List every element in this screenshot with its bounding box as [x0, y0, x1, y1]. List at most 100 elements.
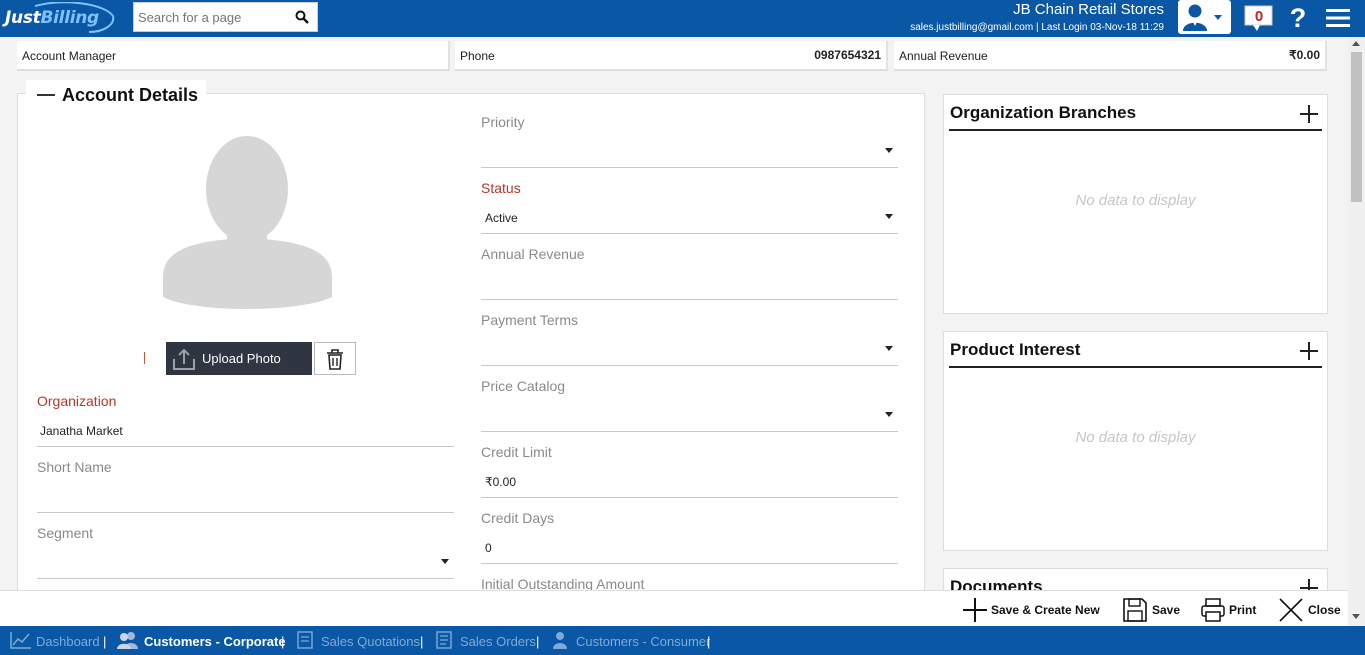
segment-underline: [37, 578, 454, 579]
nav-separator: |: [536, 634, 540, 649]
add-document-icon[interactable]: [1299, 578, 1319, 590]
product-empty-message: No data to display: [1075, 429, 1196, 446]
save-create-new-label: Save & Create New: [991, 603, 1100, 617]
save-button[interactable]: Save: [1122, 597, 1182, 623]
annual-revenue-underline: [481, 299, 898, 300]
status-select[interactable]: Active: [485, 211, 518, 225]
segment-label: Segment: [37, 525, 94, 541]
organization-input[interactable]: Janatha Market: [40, 424, 123, 438]
close-button[interactable]: Close: [1278, 597, 1341, 623]
users-icon: [117, 632, 138, 649]
nav-sales-quotations-label: Sales Quotations: [321, 634, 421, 649]
priority-label: Priority: [481, 114, 525, 130]
print-label: Print: [1229, 603, 1257, 617]
document-icon: [436, 631, 452, 649]
product-interest-title: Product Interest: [950, 340, 1081, 359]
upload-photo-button[interactable]: Upload Photo: [166, 342, 312, 375]
nav-customers-consumer-label: Customers - Consumer: [576, 634, 711, 649]
documents-panel: Documents: [943, 568, 1328, 590]
account-details-title: Account Details: [62, 85, 199, 105]
credit-days-underline: [481, 563, 898, 564]
top-bar: JustBilling JB Chain Retail Stores sales…: [0, 0, 1365, 37]
organization-label: Organization: [37, 393, 117, 409]
nav-sales-orders-label: Sales Orders: [460, 634, 536, 649]
notification-count: 0: [1254, 8, 1264, 25]
notifications-button[interactable]: 0: [1243, 3, 1275, 33]
documents-title: Documents: [950, 577, 1043, 590]
summary-account-manager: Account Manager: [17, 41, 450, 71]
organization-branches-title: Organization Branches: [950, 103, 1137, 122]
close-icon: [1279, 598, 1303, 622]
annual-revenue-field-label: Annual Revenue: [481, 246, 585, 262]
save-label: Save: [1152, 603, 1181, 617]
avatar-placeholder-icon: [163, 136, 332, 309]
delete-photo-button[interactable]: [314, 342, 356, 375]
bottom-nav: Dashboard | Customers - Corporate | Sale…: [0, 626, 1365, 655]
price-catalog-dropdown-icon[interactable]: [885, 412, 893, 417]
login-info: sales.justbilling@gmail.com | Last Login…: [910, 22, 1164, 33]
hamburger-menu-icon[interactable]: [1326, 8, 1350, 28]
account-manager-label: Account Manager: [22, 49, 117, 63]
status-dropdown-icon[interactable]: [885, 214, 893, 219]
upload-icon: [173, 348, 195, 370]
chart-icon: [10, 632, 31, 649]
payment-terms-underline: [481, 365, 898, 366]
print-button[interactable]: Print: [1200, 597, 1260, 623]
action-bar: Save & Create New Save Print Close: [0, 590, 1348, 626]
product-interest-panel: Product Interest No data to display: [943, 331, 1328, 551]
summary-annual-revenue: Annual Revenue ₹0.00: [894, 41, 1327, 71]
price-catalog-label: Price Catalog: [481, 378, 566, 394]
close-label: Close: [1308, 603, 1341, 617]
store-name: JB Chain Retail Stores: [1013, 1, 1164, 18]
panel-divider: [949, 366, 1322, 368]
scroll-up-arrow-icon[interactable]: [1352, 41, 1360, 46]
credit-limit-underline: [481, 497, 898, 498]
branches-empty-message: No data to display: [1075, 192, 1196, 209]
account-details-card: [17, 93, 925, 603]
user-menu-button[interactable]: [1178, 0, 1231, 34]
scrollbar-thumb[interactable]: [1351, 52, 1362, 202]
user-icon: [1183, 4, 1222, 31]
credit-limit-label: Credit Limit: [481, 444, 552, 460]
payment-terms-label: Payment Terms: [481, 312, 578, 328]
short-name-label: Short Name: [37, 459, 112, 475]
credit-limit-input[interactable]: ₹0.00: [485, 475, 516, 489]
search-icon[interactable]: [295, 10, 309, 24]
priority-underline: [481, 167, 898, 168]
person-icon: [553, 632, 567, 649]
help-button[interactable]: ?: [1287, 3, 1309, 33]
annual-revenue-value: ₹0.00: [1289, 48, 1320, 62]
credit-days-input[interactable]: 0: [485, 541, 492, 555]
segment-dropdown-icon[interactable]: [441, 559, 449, 564]
status-label: Status: [481, 180, 521, 196]
app-logo[interactable]: JustBilling: [5, 2, 117, 34]
annual-revenue-label: Annual Revenue: [899, 49, 988, 63]
organization-underline: [37, 446, 454, 447]
add-product-icon[interactable]: [1299, 341, 1319, 361]
scroll-down-arrow-icon[interactable]: [1352, 614, 1360, 619]
printer-icon: [1201, 598, 1225, 622]
price-catalog-underline: [481, 431, 898, 432]
nav-dashboard-label: Dashboard: [36, 634, 100, 649]
search-input[interactable]: [134, 3, 289, 31]
nav-separator: |: [420, 634, 424, 649]
organization-branches-panel: Organization Branches No data to display: [943, 94, 1328, 314]
short-name-underline: [37, 512, 454, 513]
save-create-new-button[interactable]: Save & Create New: [962, 597, 1102, 623]
nav-separator: |: [707, 634, 711, 649]
upload-divider: [144, 352, 145, 364]
nav-separator: |: [281, 634, 285, 649]
add-branch-icon[interactable]: [1299, 104, 1319, 124]
panel-divider: [949, 129, 1322, 131]
floppy-disk-icon: [1123, 598, 1147, 622]
priority-dropdown-icon[interactable]: [885, 148, 893, 153]
nav-customers-corporate-label: Customers - Corporate: [144, 634, 286, 649]
phone-label: Phone: [460, 49, 495, 63]
quotation-icon: [297, 631, 313, 649]
collapse-icon[interactable]: [37, 94, 55, 96]
trash-icon: [327, 349, 343, 370]
nav-separator: |: [103, 634, 107, 649]
credit-days-label: Credit Days: [481, 510, 555, 526]
search-box[interactable]: [133, 2, 318, 32]
payment-terms-dropdown-icon[interactable]: [885, 346, 893, 351]
